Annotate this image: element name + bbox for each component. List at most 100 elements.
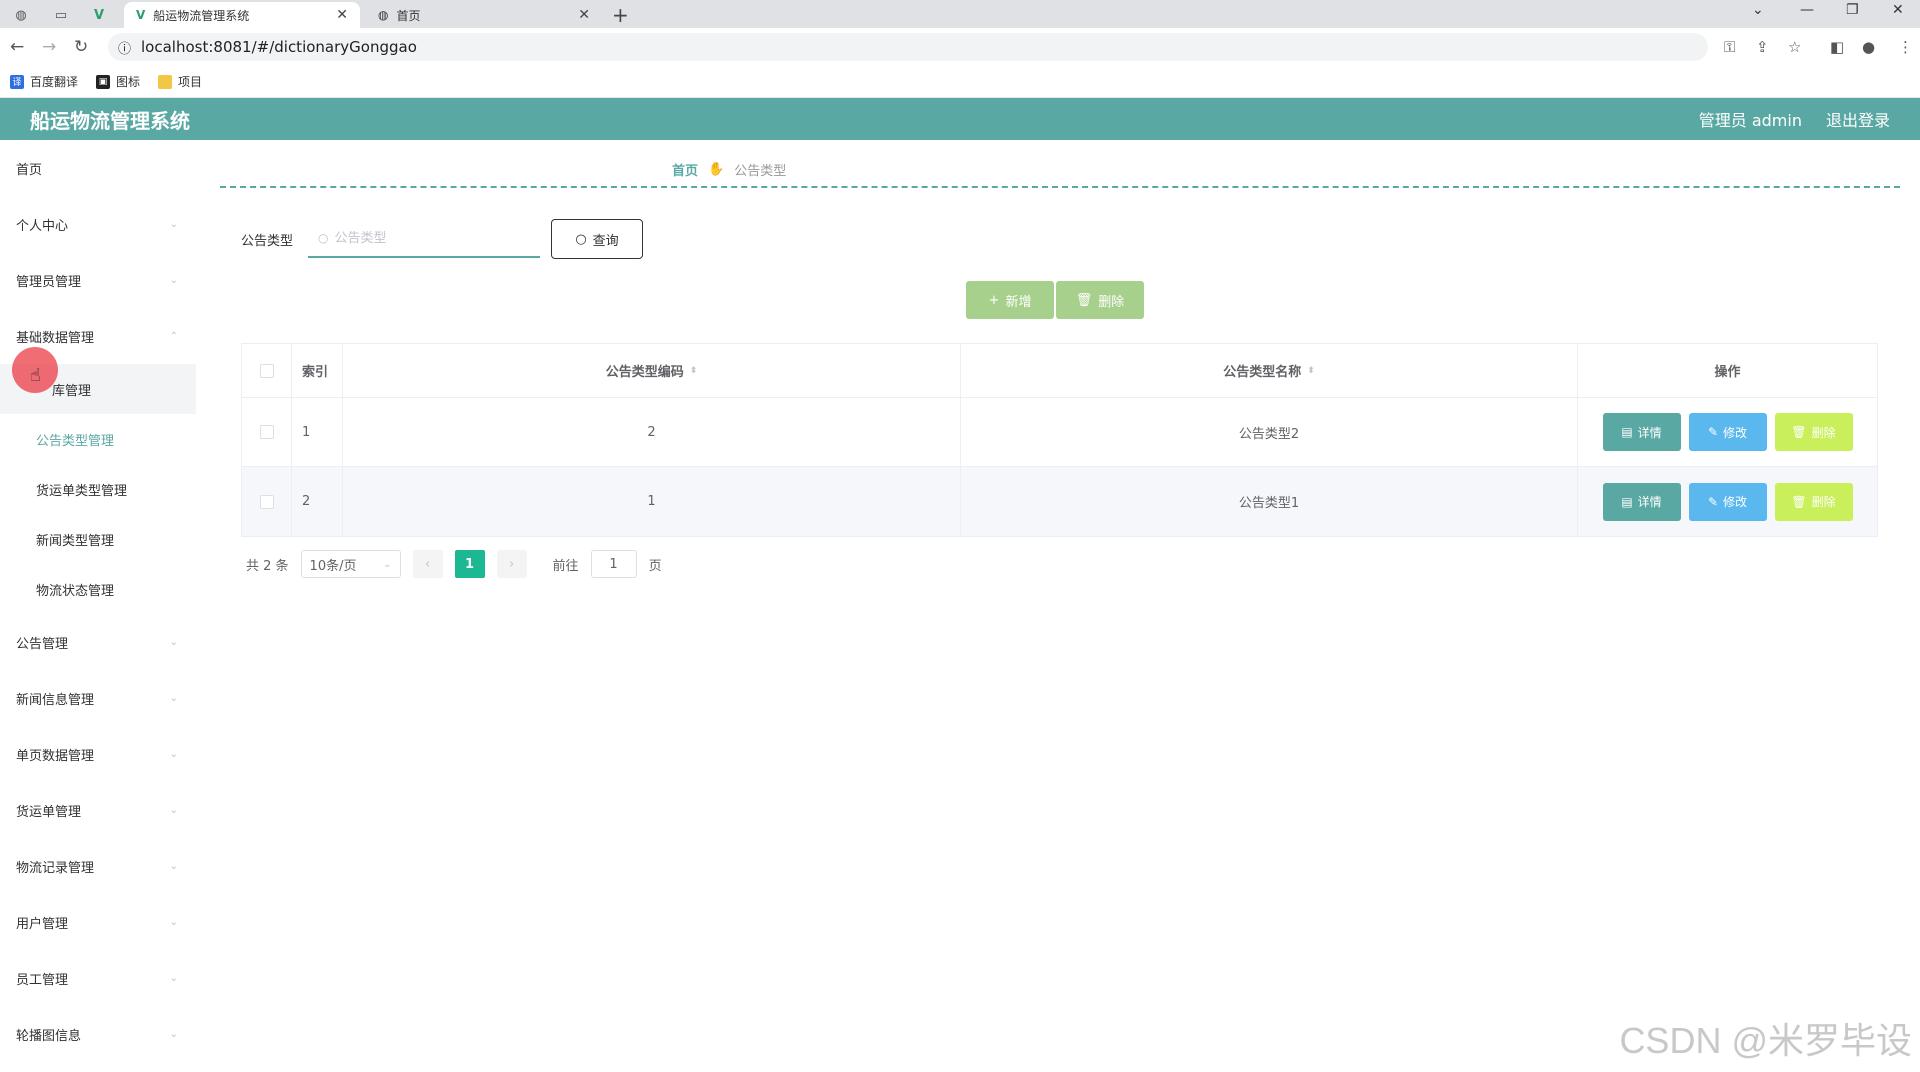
chevron-down-icon: ⌄: [169, 636, 178, 648]
sidebar-item-single-page[interactable]: 单页数据管理 ⌄: [0, 726, 196, 782]
cell-name: 公告类型1: [961, 467, 1578, 536]
key-icon[interactable]: ⚿: [1724, 38, 1735, 56]
chevron-down-icon: ⌄: [169, 218, 178, 230]
sidebar-item-admin[interactable]: 管理员管理 ⌄: [0, 252, 196, 308]
info-icon: ⓘ: [118, 41, 132, 57]
folder-icon: [158, 74, 173, 89]
header-name[interactable]: 公告类型名称 ⬍: [961, 344, 1578, 397]
back-icon[interactable]: ←: [10, 37, 24, 57]
hand-cursor-icon: ☝: [30, 365, 41, 386]
row-delete-button[interactable]: 🗑 删除: [1774, 482, 1853, 521]
breadcrumb-current: 公告类型: [734, 164, 787, 179]
edit-button[interactable]: ✎ 修改: [1688, 413, 1767, 451]
close-window-icon[interactable]: ✕: [1892, 2, 1904, 18]
sidebar-item-carousel[interactable]: 轮播图信息 ⌄: [0, 1006, 196, 1062]
trash-icon: 🗑: [1791, 494, 1807, 509]
query-button[interactable]: ○ 查询: [551, 219, 643, 259]
close-icon[interactable]: ✕: [336, 7, 348, 23]
sidebar-item-notice[interactable]: 公告管理 ⌄: [0, 614, 196, 670]
sort-icon[interactable]: ⬍: [1307, 366, 1315, 376]
chevron-down-icon: ⌄: [169, 860, 178, 872]
sidebar-item-staff[interactable]: 员工管理 ⌄: [0, 950, 196, 1006]
menu-icon[interactable]: ⋮: [1898, 38, 1913, 56]
forward-icon[interactable]: →: [42, 37, 56, 57]
bookmark-label: 图标: [116, 75, 141, 89]
cell-name: 公告类型2: [961, 398, 1578, 466]
sidebar-subitem-logistics-status[interactable]: 物流状态管理: [0, 564, 196, 614]
url-field[interactable]: ⓘ localhost:8081/#/dictionaryGonggao: [108, 33, 1708, 61]
sidebar-item-personal[interactable]: 个人中心 ⌄: [0, 196, 196, 252]
document-icon: ▤: [1621, 494, 1633, 509]
sidebar-item-home[interactable]: 首页: [0, 140, 196, 196]
chevron-down-icon: ⌄: [169, 748, 178, 760]
sidebar-subitem-notice-type[interactable]: 公告类型管理: [0, 414, 196, 464]
address-bar: ← → ↻ ⓘ localhost:8081/#/dictionaryGongg…: [0, 28, 1920, 66]
divider: [220, 186, 1900, 188]
table-row: 2 1 公告类型1 ▤ 详情 ✎ 修改 🗑 删除: [242, 467, 1877, 536]
sidebar-item-users[interactable]: 用户管理 ⌄: [0, 894, 196, 950]
add-button[interactable]: + 新增: [966, 281, 1054, 319]
pencil-icon: ✎: [1707, 425, 1719, 439]
search-field: ○: [308, 220, 540, 258]
sidepanel-icon[interactable]: ◧: [1830, 38, 1844, 56]
sort-icon[interactable]: ⬍: [690, 366, 698, 376]
goto-prefix: 前往: [552, 558, 579, 574]
row-checkbox[interactable]: [259, 425, 274, 439]
breadcrumb-home[interactable]: 首页: [672, 160, 698, 179]
chevron-down-icon: ⌄: [169, 274, 178, 286]
pagination: 共 2 条 10条/页 ⌄ ‹ 1 › 前往 页: [246, 550, 662, 578]
page-number[interactable]: 1: [454, 550, 485, 578]
url-text: localhost:8081/#/dictionaryGonggao: [141, 38, 417, 56]
new-tab-icon[interactable]: +: [612, 3, 629, 27]
share-icon[interactable]: ⇪: [1756, 38, 1769, 56]
globe-icon[interactable]: ◍: [6, 4, 36, 26]
data-table: 索引 公告类型编码 ⬍ 公告类型名称 ⬍ 操作 1 2 公告类型2 ▤ 详情 ✎ 修改 …: [241, 343, 1878, 537]
pencil-icon: ✎: [1707, 494, 1719, 509]
select-all-checkbox[interactable]: [259, 363, 274, 378]
sidebar-subitem-news-type[interactable]: 新闻类型管理: [0, 514, 196, 564]
edit-button[interactable]: ✎ 修改: [1688, 482, 1767, 521]
reload-icon[interactable]: ↻: [74, 37, 88, 57]
chevron-down-icon[interactable]: ⌄: [1752, 2, 1764, 18]
bookmark-icons[interactable]: ▣ 图标: [96, 73, 140, 90]
document-icon: ▤: [1621, 425, 1633, 439]
table-row: 1 2 公告类型2 ▤ 详情 ✎ 修改 🗑 删除: [242, 398, 1877, 467]
row-delete-button[interactable]: 🗑 删除: [1774, 413, 1853, 451]
app-header: 船运物流管理系统 管理员 admin 退出登录: [0, 98, 1920, 140]
prev-page-button[interactable]: ‹: [412, 550, 443, 578]
bookmark-project[interactable]: 项目: [158, 73, 202, 90]
vue-icon[interactable]: V: [84, 4, 114, 26]
close-icon[interactable]: ✕: [578, 7, 590, 23]
profile-icon[interactable]: ●: [1862, 38, 1875, 56]
vue-icon: V: [136, 8, 146, 22]
search-input[interactable]: [334, 230, 525, 246]
blank-tab-icon[interactable]: ▭: [46, 4, 76, 26]
bookmark-baidu-translate[interactable]: 译 百度翻译: [10, 73, 78, 90]
logout-link[interactable]: 退出登录: [1826, 107, 1890, 131]
restore-icon[interactable]: ❐: [1846, 2, 1859, 18]
detail-button[interactable]: ▤ 详情: [1602, 413, 1681, 451]
page-size-select[interactable]: 10条/页 ⌄: [300, 550, 401, 578]
minimize-icon[interactable]: —: [1800, 2, 1814, 18]
sidebar-item-logistics-record[interactable]: 物流记录管理 ⌄: [0, 838, 196, 894]
table-header: 索引 公告类型编码 ⬍ 公告类型名称 ⬍ 操作: [242, 344, 1877, 398]
next-page-button[interactable]: ›: [496, 550, 527, 578]
sidebar-item-waybill[interactable]: 货运单管理 ⌄: [0, 782, 196, 838]
tab-home[interactable]: ◍ 首页 ✕: [366, 2, 602, 28]
delete-button[interactable]: 🗑 删除: [1056, 281, 1144, 319]
detail-button[interactable]: ▤ 详情: [1602, 482, 1681, 521]
browser-tabbar: ◍ ▭ V V 船运物流管理系统 ✕ ◍ 首页 ✕ + ⌄ — ❐ ✕: [0, 0, 1920, 28]
chevron-up-icon: ⌃: [169, 330, 178, 342]
tab-active[interactable]: V 船运物流管理系统 ✕: [124, 2, 360, 28]
row-checkbox[interactable]: [259, 494, 274, 509]
cell-code: 1: [343, 467, 961, 536]
header-op: 操作: [1714, 365, 1741, 380]
star-icon[interactable]: ☆: [1788, 38, 1801, 56]
header-code[interactable]: 公告类型编码 ⬍: [343, 344, 961, 397]
sidebar-subitem-waybill-type[interactable]: 货运单类型管理: [0, 464, 196, 514]
globe-icon: ◍: [378, 8, 389, 22]
bookmarks-bar: 译 百度翻译 ▣ 图标 项目: [0, 66, 1920, 98]
bookmark-label: 项目: [178, 75, 203, 89]
goto-page-input[interactable]: [590, 550, 637, 578]
sidebar-item-news[interactable]: 新闻信息管理 ⌄: [0, 670, 196, 726]
